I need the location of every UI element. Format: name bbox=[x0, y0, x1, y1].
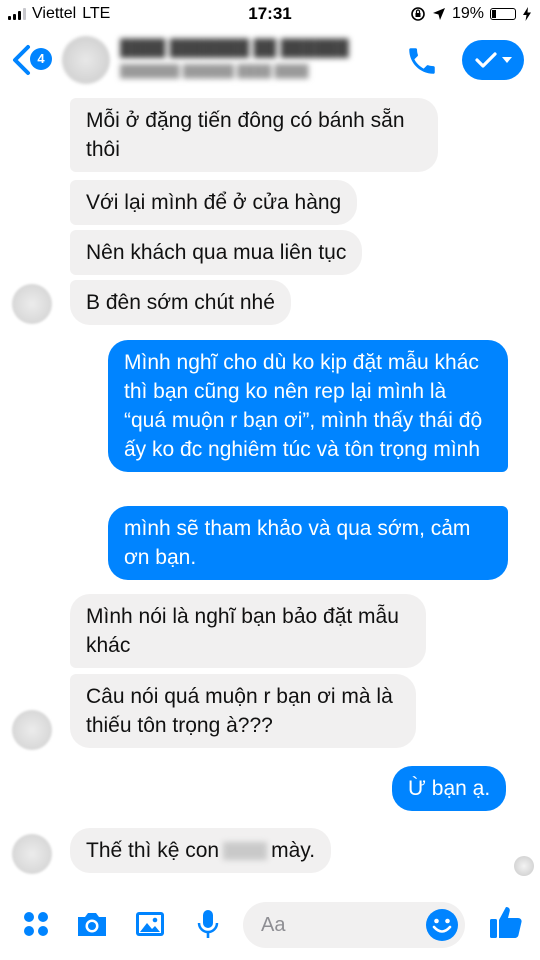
message-received: Nên khách qua mua liên tục bbox=[70, 230, 363, 275]
message-received: Với lại mình để ở cửa hàng bbox=[70, 180, 358, 225]
chat-header: 4 ████ ███████ ██ ██████ ███████ ██████ … bbox=[0, 30, 540, 92]
emoji-icon[interactable] bbox=[425, 908, 459, 942]
composer-bar: Aa bbox=[0, 888, 540, 960]
rotation-lock-icon bbox=[411, 7, 425, 21]
message-input-placeholder: Aa bbox=[261, 914, 286, 936]
sender-avatar[interactable] bbox=[12, 834, 52, 874]
message-received: Thế thì kệ con mày. bbox=[70, 828, 332, 873]
microphone-icon[interactable] bbox=[190, 906, 226, 942]
message-text-start: Thế thì kệ con bbox=[86, 839, 220, 862]
contact-name-redacted[interactable]: ████ ███████ ██ ██████ bbox=[120, 40, 370, 58]
battery-percent: 19% bbox=[451, 5, 484, 22]
message-sent: Ừ bạn ạ. bbox=[392, 766, 507, 811]
chevron-down-icon bbox=[502, 57, 512, 63]
sender-avatar[interactable] bbox=[12, 284, 52, 324]
message-received: Mình nói là nghĩ bạn bảo đặt mẫu khác bbox=[70, 594, 426, 668]
status-right: 19% bbox=[410, 5, 532, 23]
seen-avatar bbox=[514, 856, 534, 876]
sender-avatar[interactable] bbox=[12, 710, 52, 750]
battery-icon bbox=[490, 8, 516, 20]
camera-icon[interactable] bbox=[74, 906, 110, 942]
message-input[interactable]: Aa bbox=[243, 902, 465, 948]
thumbs-up-icon[interactable] bbox=[486, 902, 526, 942]
back-button[interactable] bbox=[10, 44, 32, 79]
message-received: B đên sớm chút nhé bbox=[70, 280, 291, 325]
location-icon bbox=[432, 8, 445, 20]
message-received: Câu nói quá muộn r bạn ơi mà là thiếu tô… bbox=[70, 674, 416, 748]
unread-badge: 4 bbox=[30, 48, 52, 70]
message-sent: mình sẽ tham khảo và qua sớm, cảm ơn bạn… bbox=[108, 506, 508, 580]
redacted-word bbox=[223, 842, 268, 861]
message-received: Mỗi ở đặng tiến đông có bánh sẵn thôi bbox=[70, 98, 438, 172]
contact-avatar[interactable] bbox=[62, 36, 110, 84]
message-sent: Mình nghĩ cho dù ko kịp đặt mẫu khác thì… bbox=[108, 340, 508, 472]
photo-gallery-icon[interactable] bbox=[132, 906, 168, 942]
apps-grid-icon[interactable] bbox=[18, 906, 54, 942]
video-call-button[interactable] bbox=[462, 40, 524, 80]
charging-icon bbox=[523, 7, 531, 21]
status-bar: Viettel LTE 17:31 19% bbox=[0, 0, 540, 30]
chevron-left-icon bbox=[13, 45, 30, 75]
message-text-end: mày. bbox=[271, 839, 316, 862]
checkmark-icon bbox=[475, 52, 497, 68]
phone-call-icon[interactable] bbox=[405, 44, 439, 78]
contact-status-redacted: ███████ ██████ ████ ████ bbox=[120, 64, 309, 78]
